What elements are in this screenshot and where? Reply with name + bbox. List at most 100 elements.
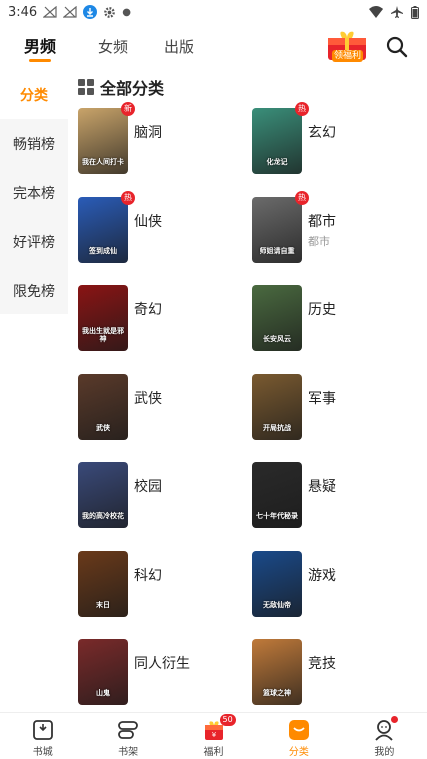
cover-title: 无敌仙帝 — [263, 600, 291, 609]
search-icon — [386, 36, 408, 58]
search-button[interactable] — [386, 36, 408, 58]
sidebar-item-completed[interactable]: 完本榜 — [0, 168, 68, 217]
category-name: 军事 — [308, 390, 336, 407]
category-item[interactable]: 末日 科幻 — [78, 550, 248, 621]
nav-welfare[interactable]: ¥ 50 福利 — [171, 713, 256, 759]
category-name: 脑洞 — [134, 125, 162, 141]
book-cover: 武侠 — [78, 373, 128, 440]
cover-title: 篮球之神 — [263, 689, 291, 697]
book-cover: 我出生就是邪神 — [78, 285, 128, 351]
sidebar-item-free[interactable]: 限免榜 — [0, 266, 68, 315]
category-item[interactable]: 开局抗战 军事 — [252, 373, 422, 444]
grid-icon — [78, 79, 94, 95]
cover-title: 七十年代秘录 — [256, 512, 298, 520]
book-cover: 我在人间打卡 — [78, 108, 128, 174]
section-title: 全部分类 — [100, 79, 165, 98]
nav-category[interactable]: 分类 — [256, 713, 341, 759]
cover-title: 我的高冷校花 — [82, 512, 124, 520]
category-tag-badge: 热 — [295, 190, 309, 205]
nav-bookstore[interactable]: 书城 — [0, 713, 85, 759]
cover-title: 长安风云 — [263, 335, 291, 343]
category-main: 全部分类 我在人间打卡新脑洞 化龙记热玄幻 签到成仙热仙侠 师姐请自重热都市 都市 我出生… — [68, 70, 427, 712]
book-cover: 长安风云 — [252, 285, 302, 351]
book-cover: 师姐请自重 — [252, 196, 302, 263]
sidebar-item-bestseller[interactable]: 畅销榜 — [0, 119, 68, 168]
nav-label: 我的 — [374, 747, 395, 758]
sidebar-item-category[interactable]: 分类 — [0, 70, 68, 119]
welfare-label: 领福利 — [332, 50, 364, 62]
category-item[interactable]: 篮球之神 竞技 — [252, 639, 422, 709]
nav-profile[interactable]: 我的 — [342, 713, 427, 759]
nav-label: 书城 — [32, 747, 53, 758]
cover-title: 我出生就是邪神 — [82, 327, 124, 343]
cover-title: 签到成仙 — [89, 246, 117, 255]
cover-title: 我在人间打卡 — [82, 158, 124, 166]
book-cover: 山鬼 — [78, 639, 128, 705]
category-item[interactable]: 长安风云 历史 — [252, 285, 422, 355]
category-item[interactable]: 我出生就是邪神 奇幻 — [78, 285, 248, 355]
category-name: 历史 — [308, 302, 336, 318]
settings-icon — [104, 6, 116, 18]
cover-title: 武侠 — [96, 423, 110, 432]
category-name: 仙侠 — [134, 213, 162, 230]
battery-icon — [411, 5, 419, 19]
book-cover: 七十年代秘录 — [252, 462, 302, 528]
nav-badge: 50 — [219, 714, 236, 726]
category-name: 武侠 — [134, 390, 162, 407]
category-item[interactable]: 我的高冷校花 校园 — [78, 462, 248, 532]
book-cover: 开局抗战 — [252, 373, 302, 440]
tab-female[interactable]: 女频 — [98, 24, 128, 70]
section-header: 全部分类 — [78, 76, 164, 98]
tab-publish[interactable]: 出版 — [164, 24, 194, 70]
status-bar: 3:46 ● — [0, 0, 427, 24]
signal-off-icon — [43, 6, 57, 18]
category-name: 同人衍生 — [134, 656, 190, 672]
tab-male[interactable]: 男频 — [24, 24, 56, 70]
cover-title: 末日 — [96, 600, 110, 609]
book-cover: 无敌仙帝 — [252, 550, 302, 617]
category-name: 竞技 — [308, 656, 336, 672]
nav-label: 福利 — [203, 747, 224, 758]
shelf-icon — [118, 721, 139, 739]
airplane-icon — [391, 6, 403, 18]
category-name: 校园 — [134, 479, 162, 495]
category-name: 悬疑 — [308, 479, 336, 495]
status-time: 3:46 — [8, 4, 38, 20]
category-item[interactable]: 无敌仙帝 游戏 — [252, 550, 422, 621]
category-tag-badge: 新 — [121, 102, 135, 116]
category-item[interactable]: 签到成仙 热仙侠 — [78, 190, 248, 267]
cover-title: 开局抗战 — [263, 423, 291, 432]
book-cover: 我的高冷校花 — [78, 462, 128, 528]
signal-off-icon — [63, 6, 77, 18]
category-name: 都市 — [308, 213, 336, 230]
category-name: 奇幻 — [134, 302, 162, 318]
book-cover: 化龙记 — [252, 108, 302, 174]
sidebar-item-top-rated[interactable]: 好评榜 — [0, 217, 68, 266]
category-item[interactable]: 七十年代秘录 悬疑 — [252, 462, 422, 532]
nav-bookshelf[interactable]: 书架 — [85, 713, 170, 759]
svg-text:¥: ¥ — [211, 731, 216, 739]
bottom-nav: 书城 书架 ¥ 50 福利 分类 我的 — [0, 712, 427, 759]
category-item[interactable]: 我在人间打卡 新脑洞 — [78, 102, 248, 178]
nav-label: 书架 — [118, 747, 139, 758]
category-tag-badge: 热 — [295, 102, 309, 116]
category-tag-badge: 热 — [121, 190, 135, 205]
wifi-icon — [369, 6, 383, 18]
category-item[interactable]: 武侠 武侠 — [78, 373, 248, 444]
category-name: 科幻 — [134, 567, 162, 584]
nav-label: 分类 — [288, 747, 309, 758]
cover-title: 师姐请自重 — [259, 246, 295, 255]
book-cover: 签到成仙 — [78, 196, 128, 263]
category-item[interactable]: 师姐请自重热都市 都市 — [252, 190, 422, 267]
category-item[interactable]: 山鬼 同人衍生 — [78, 639, 248, 709]
category-name: 玄幻 — [308, 125, 336, 141]
category-item[interactable]: 化龙记 热玄幻 — [252, 102, 422, 178]
dot-icon: ● — [122, 6, 131, 18]
download-icon — [83, 5, 98, 19]
sidebar: 分类 畅销榜 完本榜 好评榜 限免榜 — [0, 70, 68, 314]
welfare-button[interactable]: 领福利 — [324, 30, 370, 64]
book-cover: 篮球之神 — [252, 639, 302, 705]
notification-dot — [391, 716, 399, 723]
category-icon — [288, 720, 309, 740]
book-cover: 末日 — [78, 550, 128, 617]
